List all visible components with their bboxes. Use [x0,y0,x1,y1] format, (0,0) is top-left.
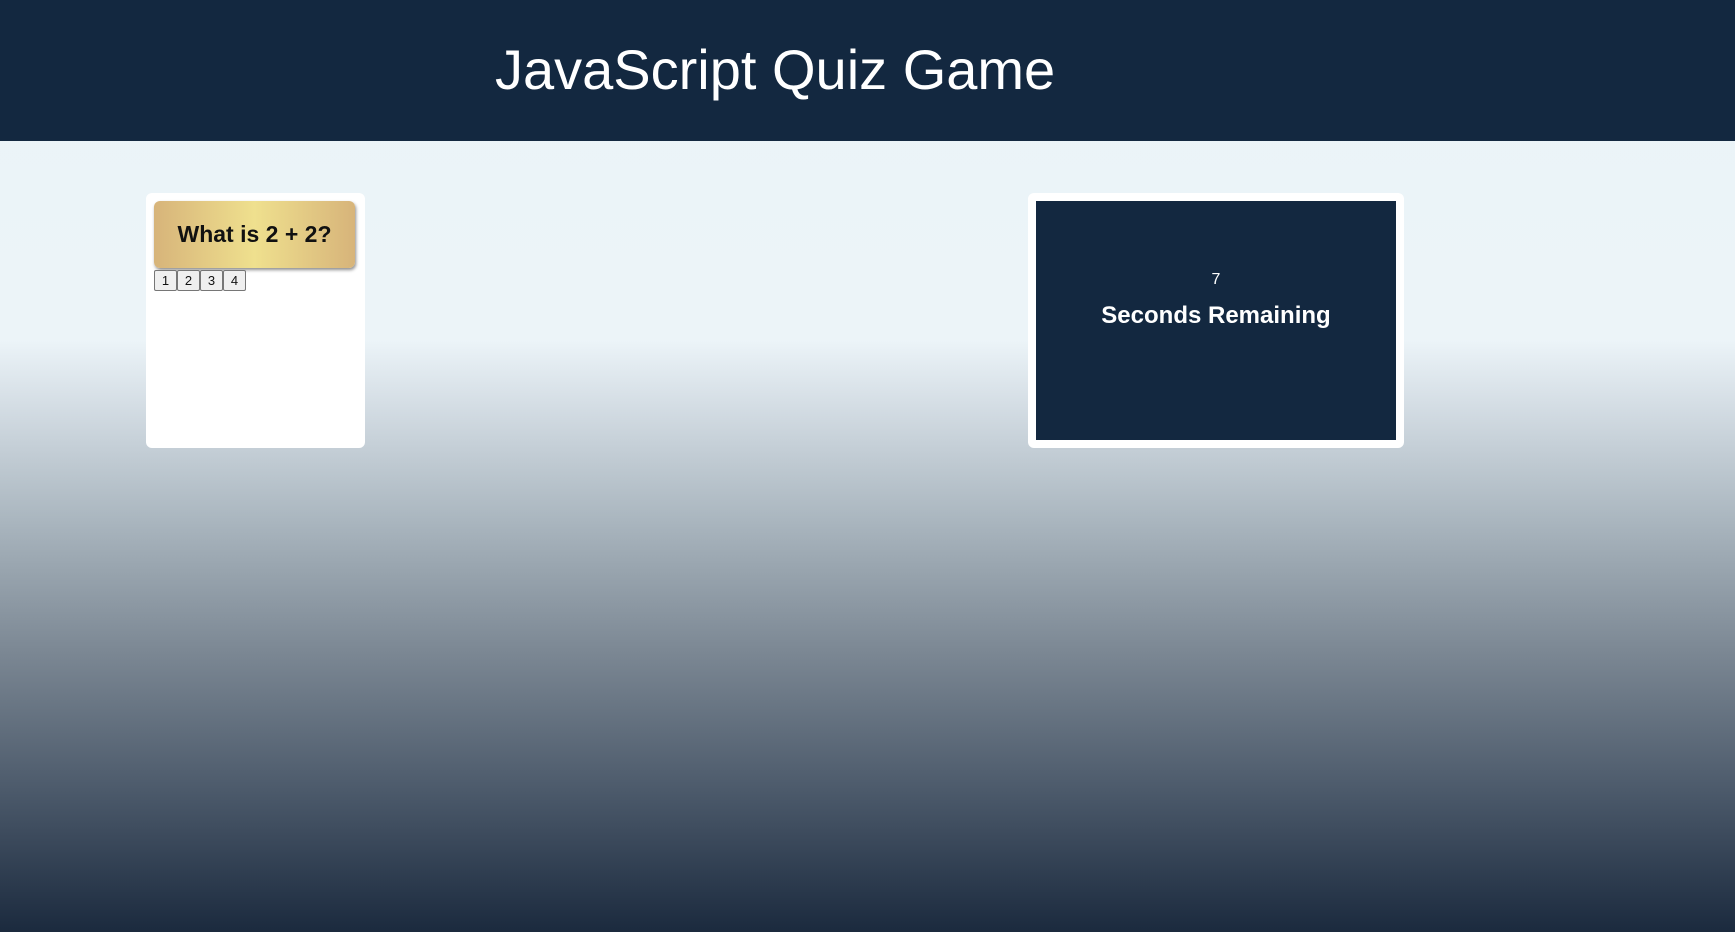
timer-panel: 7 Seconds Remaining [1028,193,1404,448]
answer-button-4[interactable]: 4 [223,270,246,291]
answer-button-3[interactable]: 3 [200,270,223,291]
quiz-panel: What is 2 + 2? 1 2 3 4 [146,193,365,448]
answer-button-2[interactable]: 2 [177,270,200,291]
timer-label: Seconds Remaining [1101,302,1331,329]
timer-display: 7 Seconds Remaining [1036,201,1396,440]
page-title: JavaScript Quiz Game [495,38,1056,101]
question-card: What is 2 + 2? [154,201,355,268]
timer-seconds-value: 7 [1211,271,1221,288]
page-header: JavaScript Quiz Game [0,0,1735,141]
answer-button-1[interactable]: 1 [154,270,177,291]
question-text: What is 2 + 2? [177,221,332,247]
answer-options: 1 2 3 4 [154,270,246,291]
